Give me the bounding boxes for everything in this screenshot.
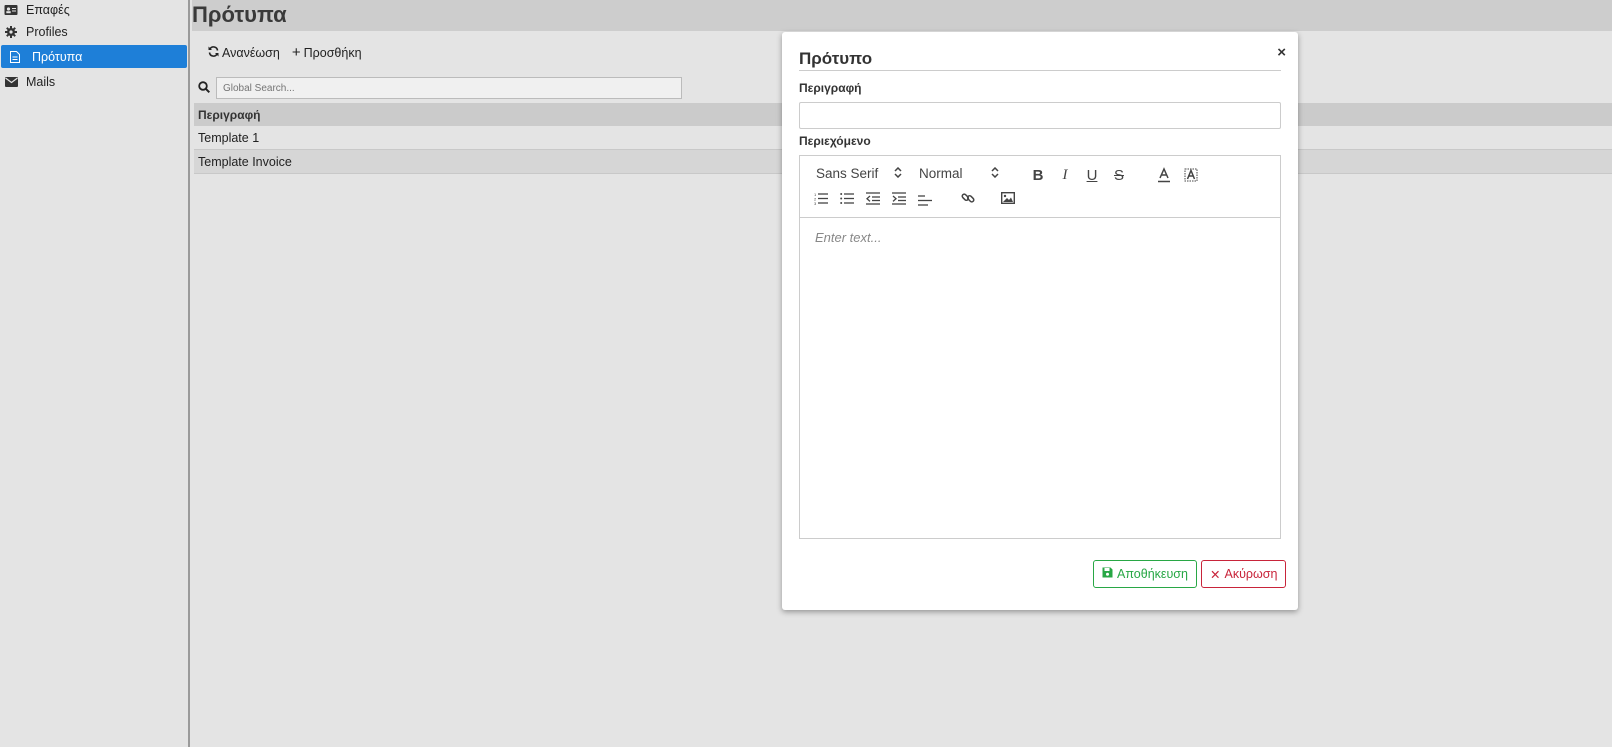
sidebar-item-label: Mails (26, 74, 56, 89)
bold-icon[interactable]: B (1028, 165, 1048, 185)
font-family-select[interactable]: Sans Serif (816, 166, 902, 181)
sidebar-item-contacts[interactable]: Επαφές (0, 0, 188, 21)
ordered-list-icon[interactable]: 123 (811, 188, 831, 208)
sidebar-item-templates[interactable]: Πρότυπα (1, 45, 187, 68)
global-search-input[interactable] (216, 77, 682, 99)
text-color-icon[interactable] (1154, 165, 1174, 185)
description-label: Περιγραφή (799, 81, 862, 95)
editor-toolbar: Sans Serif Normal B I U S 1 2 3 (800, 156, 1280, 218)
floppy-disk-icon (1102, 567, 1113, 581)
outdent-icon[interactable] (863, 188, 883, 208)
save-button[interactable]: Αποθήκευση (1093, 560, 1197, 588)
font-family-value: Sans Serif (816, 166, 879, 181)
refresh-icon (208, 45, 219, 60)
sidebar-item-mails[interactable]: Mails (0, 70, 188, 93)
address-card-icon (4, 3, 18, 17)
toolbar: Ανανέωση + Προσθήκη (208, 45, 362, 60)
align-left-icon[interactable] (915, 189, 935, 209)
cancel-label: Ακύρωση (1224, 567, 1278, 581)
description-input[interactable] (799, 102, 1281, 129)
font-size-value: Normal (919, 166, 963, 181)
indent-icon[interactable] (889, 188, 909, 208)
font-size-select[interactable]: Normal (919, 166, 999, 181)
sidebar-item-label: Πρότυπα (32, 49, 83, 64)
rich-text-editor: Sans Serif Normal B I U S 1 2 3 Enter te… (799, 155, 1281, 539)
updown-icon (990, 166, 999, 181)
search-icon (198, 80, 211, 96)
refresh-button[interactable]: Ανανέωση (208, 45, 280, 60)
cancel-button[interactable]: ✕ Ακύρωση (1201, 560, 1287, 588)
content-label: Περιεχόμενο (799, 134, 871, 148)
close-icon[interactable]: × (1277, 44, 1286, 61)
sidebar: Επαφές Profiles Πρότυπα Mails (0, 0, 190, 747)
close-icon: ✕ (1210, 567, 1221, 582)
add-button[interactable]: + Προσθήκη (292, 45, 362, 60)
editor-content-area[interactable]: Enter text... (800, 218, 1280, 257)
strikethrough-icon[interactable]: S (1109, 165, 1129, 185)
dialog-divider (799, 70, 1281, 71)
save-label: Αποθήκευση (1117, 567, 1188, 581)
page-title: Πρότυπα (192, 2, 287, 27)
dialog-title: Πρότυπο (799, 49, 873, 68)
background-color-icon[interactable] (1181, 165, 1201, 185)
bullet-list-icon[interactable] (837, 188, 857, 208)
sidebar-item-label: Επαφές (26, 2, 70, 17)
refresh-label: Ανανέωση (222, 45, 280, 60)
svg-text:3: 3 (814, 201, 817, 205)
image-icon[interactable] (998, 188, 1018, 208)
sidebar-item-label: Profiles (26, 24, 68, 39)
gear-icon (4, 25, 18, 39)
plus-icon: + (291, 44, 301, 61)
underline-icon[interactable]: U (1082, 165, 1102, 185)
search-row (198, 77, 682, 99)
link-icon[interactable] (958, 188, 978, 208)
updown-icon (894, 166, 902, 181)
envelope-icon (4, 75, 18, 89)
italic-icon[interactable]: I (1055, 165, 1075, 185)
title-bar: Πρότυπα (192, 0, 1612, 31)
file-icon (8, 50, 22, 64)
add-label: Προσθήκη (303, 45, 362, 60)
sidebar-item-profiles[interactable]: Profiles (0, 20, 188, 43)
template-dialog: Πρότυπο × Περιγραφή Περιεχόμενο Sans Ser… (782, 32, 1298, 610)
